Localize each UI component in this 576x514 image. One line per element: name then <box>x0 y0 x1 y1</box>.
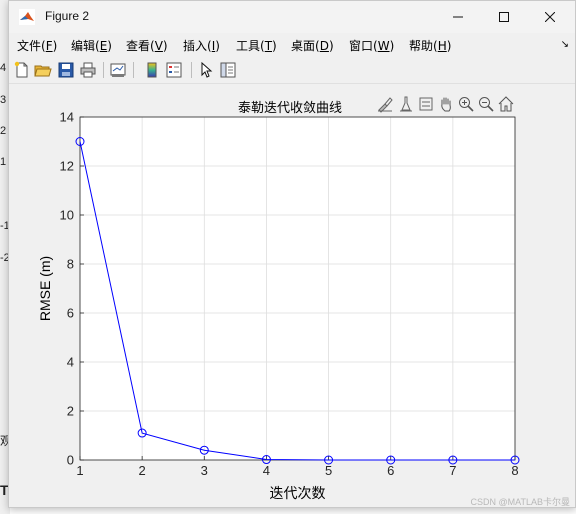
property-inspector-icon[interactable] <box>219 61 237 79</box>
plot-title: 泰勒迭代收敛曲线 <box>238 101 343 116</box>
behind-text: 2 <box>0 125 7 137</box>
print-icon[interactable] <box>79 61 97 79</box>
toolbar-separator <box>103 62 104 78</box>
menu-file[interactable]: 文件(F) <box>17 37 57 54</box>
close-icon <box>545 12 555 22</box>
legend-icon[interactable] <box>165 61 183 79</box>
close-button[interactable] <box>527 1 573 33</box>
new-figure-icon[interactable] <box>13 61 31 79</box>
maximize-icon <box>499 12 509 22</box>
menu-insert[interactable]: 插入(I) <box>183 37 220 54</box>
menu-desktop[interactable]: 桌面(D) <box>291 37 334 54</box>
menu-tools[interactable]: 工具(T) <box>236 37 277 54</box>
matlab-logo-icon <box>19 9 35 25</box>
menu-window[interactable]: 窗口(W) <box>349 37 394 54</box>
data-tips-icon[interactable] <box>397 95 415 113</box>
figure-toolbar <box>9 57 575 84</box>
save-icon[interactable] <box>57 61 75 79</box>
menu-overflow-icon[interactable]: ↘ <box>561 39 569 50</box>
colorbar-icon[interactable] <box>143 61 161 79</box>
figure-window: Figure 2 文件(F) 编辑(E) 查看(V) 插入(I) 工具(T) 桌… <box>8 0 576 508</box>
home-icon[interactable] <box>497 95 515 113</box>
figure-canvas <box>9 84 575 507</box>
axes-toolbar <box>376 95 516 115</box>
title-bar[interactable]: Figure 2 <box>9 1 575 33</box>
toolbar-separator <box>191 62 192 78</box>
window-title: Figure 2 <box>45 9 90 23</box>
brush-icon[interactable] <box>376 95 394 113</box>
restore-view-icon[interactable] <box>417 95 435 113</box>
behind-text: 4 <box>0 62 7 74</box>
zoom-out-icon[interactable] <box>477 95 495 113</box>
menu-help[interactable]: 帮助(H) <box>409 37 451 54</box>
zoom-in-icon[interactable] <box>457 95 475 113</box>
link-plot-icon[interactable] <box>109 61 127 79</box>
behind-text: 1 <box>0 156 7 168</box>
menu-view[interactable]: 查看(V) <box>126 37 168 54</box>
pan-icon[interactable] <box>437 95 455 113</box>
pointer-icon[interactable] <box>197 61 215 79</box>
menu-bar: 文件(F) 编辑(E) 查看(V) 插入(I) 工具(T) 桌面(D) 窗口(W… <box>9 33 575 55</box>
maximize-button[interactable] <box>481 1 527 33</box>
minimize-button[interactable] <box>435 1 481 33</box>
behind-text: 3 <box>0 94 7 106</box>
menu-edit[interactable]: 编辑(E) <box>71 37 112 54</box>
open-file-icon[interactable] <box>34 61 52 79</box>
toolbar-separator <box>133 62 134 78</box>
watermark: CSDN @MATLAB卡尔曼 <box>470 497 570 507</box>
minimize-icon <box>453 16 463 18</box>
